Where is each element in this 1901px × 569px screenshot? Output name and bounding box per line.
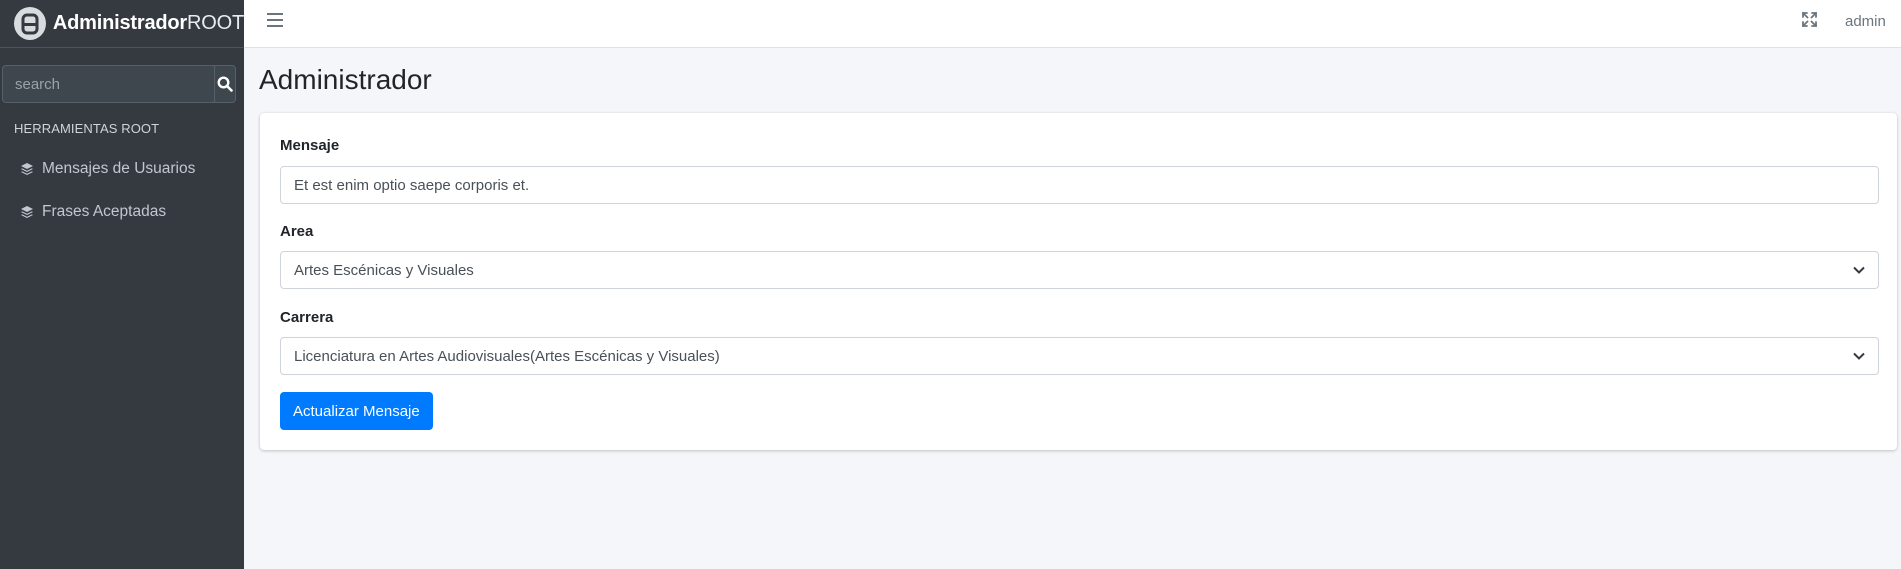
sidebar-item-mensajes-de-usuarios[interactable]: Mensajes de Usuarios <box>20 160 195 178</box>
carrera-select[interactable]: Licenciatura en Artes Audiovisuales(Arte… <box>280 337 1879 375</box>
search-icon <box>217 76 233 92</box>
sidebar-item-label: Frases Aceptadas <box>42 203 167 220</box>
mensaje-input[interactable]: Et est enim optio saepe corporis et. <box>280 166 1879 204</box>
layers-icon <box>20 205 36 219</box>
mensaje-label: Mensaje <box>280 137 340 154</box>
search-button[interactable] <box>214 65 236 103</box>
update-message-button[interactable]: Actualizar Mensaje <box>280 392 433 430</box>
nav-section-header: HERRAMIENTAS ROOT <box>14 121 160 136</box>
sidebar-search <box>2 65 236 103</box>
hamburger-menu-icon[interactable] <box>267 13 283 27</box>
brand-name: AdministradorROOT <box>53 12 244 35</box>
main-sidebar: AdministradorROOT HERRAMIENTAS ROOT Mens… <box>0 0 244 569</box>
expand-icon[interactable] <box>1802 12 1817 27</box>
carrera-label: Carrera <box>280 309 334 326</box>
sidebar-item-label: Mensajes de Usuarios <box>42 160 196 177</box>
brand-name-light: ROOT <box>187 12 244 34</box>
page-title: Administrador <box>259 64 432 95</box>
area-label: Area <box>280 223 314 240</box>
carrera-selected-value: Licenciatura en Artes Audiovisuales(Arte… <box>294 347 720 365</box>
edit-message-card: Mensaje Et est enim optio saepe corporis… <box>260 113 1897 450</box>
area-selected-value: Artes Escénicas y Visuales <box>294 261 474 279</box>
layers-icon <box>20 162 36 176</box>
sidebar-item-frases-aceptadas[interactable]: Frases Aceptadas <box>20 203 166 221</box>
chevron-down-icon <box>1853 266 1865 274</box>
brand-link[interactable]: AdministradorROOT <box>0 0 244 48</box>
chevron-down-icon <box>1853 352 1865 360</box>
brand-name-bold: Administrador <box>52 12 188 34</box>
user-menu[interactable]: admin <box>1845 13 1886 30</box>
mensaje-value: Et est enim optio saepe corporis et. <box>294 176 530 194</box>
area-select[interactable]: Artes Escénicas y Visuales <box>280 251 1879 289</box>
app-logo-icon <box>14 7 46 40</box>
top-navbar: admin <box>244 0 1901 48</box>
search-input[interactable] <box>2 65 214 103</box>
